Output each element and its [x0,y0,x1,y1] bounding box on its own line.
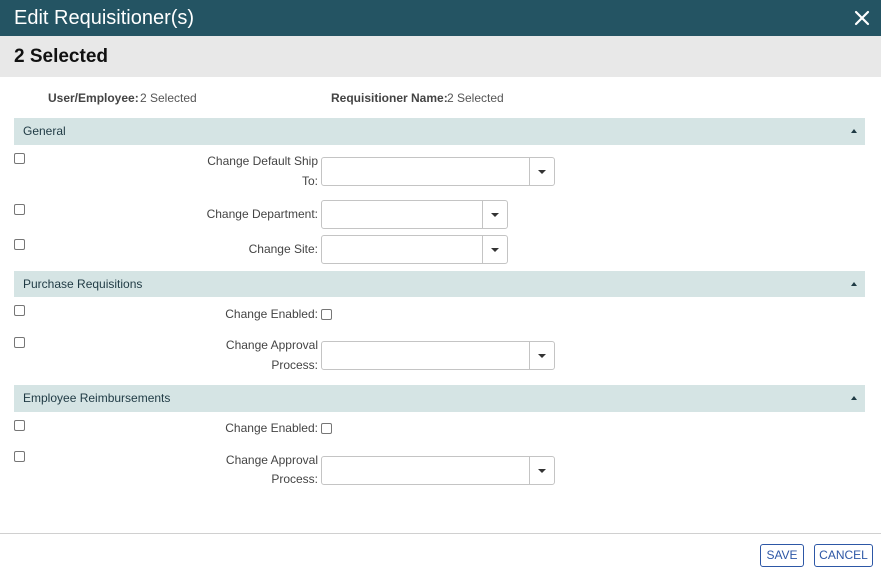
site-dropdown[interactable] [321,235,508,264]
requisitioner-name-label: Requisitioner Name: [331,91,448,105]
er-enabled-checkbox[interactable] [321,423,332,434]
er-approval-label-line1: Change Approval [225,453,318,467]
dialog-title: Edit Requisitioner(s) [14,7,195,29]
ship-to-label-line2: To: [301,174,318,188]
section-general-title: General [23,124,66,138]
pr-approval-label-line1: Change Approval [225,338,318,352]
user-employee-value: 2 Selected [140,91,197,105]
er-enabled-label: Change Enabled: [225,421,318,435]
collapse-caret-icon[interactable] [851,396,857,400]
chevron-down-icon [491,213,499,217]
cancel-button[interactable]: CANCEL [814,544,873,567]
chevron-down-icon [538,354,546,358]
department-dropdown[interactable] [321,200,508,229]
pr-approval-row-checkbox[interactable] [14,337,25,348]
default-ship-to-dropdown[interactable] [321,157,555,186]
section-purchase-header[interactable]: Purchase Requisitions [14,271,865,297]
close-icon[interactable] [851,7,873,29]
pr-enabled-checkbox[interactable] [321,309,332,320]
chevron-down-icon [538,469,546,473]
section-purchase-title: Purchase Requisitions [23,277,143,291]
site-label: Change Site: [248,242,318,256]
footer-divider [0,533,881,534]
site-row-checkbox[interactable] [14,239,25,250]
save-button[interactable]: SAVE [760,544,804,567]
chevron-down-icon [491,248,499,252]
er-approval-label-line2: Process: [271,472,318,486]
collapse-caret-icon[interactable] [851,282,857,286]
collapse-caret-icon[interactable] [851,129,857,133]
dialog-titlebar: Edit Requisitioner(s) [0,0,881,36]
pr-enabled-row-checkbox[interactable] [14,305,25,316]
chevron-down-icon [538,170,546,174]
pr-approval-process-dropdown[interactable] [321,341,555,370]
selection-count: 2 Selected [14,46,108,67]
er-enabled-row-checkbox[interactable] [14,420,25,431]
pr-approval-label-line2: Process: [271,358,318,372]
section-reimbursement-header[interactable]: Employee Reimbursements [14,385,865,412]
section-reimbursement-title: Employee Reimbursements [23,391,171,405]
ship-to-row-checkbox[interactable] [14,153,25,164]
selection-header: 2 Selected [0,36,881,77]
requisitioner-name-value: 2 Selected [447,91,504,105]
er-approval-process-dropdown[interactable] [321,456,555,485]
department-label: Change Department: [206,207,318,221]
section-general-header[interactable]: General [14,118,865,145]
ship-to-label-line1: Change Default Ship [207,154,318,168]
department-row-checkbox[interactable] [14,204,25,215]
user-employee-label: User/Employee: [48,91,139,105]
pr-enabled-label: Change Enabled: [225,307,318,321]
er-approval-row-checkbox[interactable] [14,451,25,462]
